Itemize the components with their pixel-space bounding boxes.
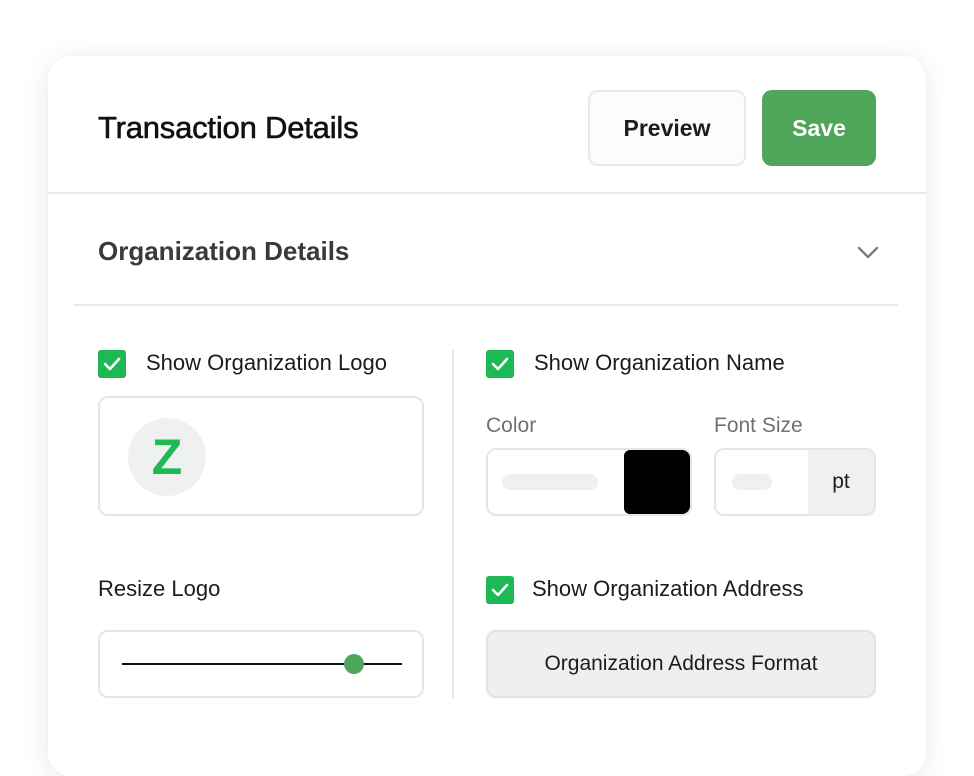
column-divider — [452, 350, 454, 698]
organization-details-section-header[interactable]: Organization Details — [74, 196, 898, 306]
transaction-details-card: Transaction Details Preview Save Organiz… — [48, 56, 926, 776]
check-icon — [491, 357, 509, 371]
logo-upload-box[interactable]: Z — [98, 396, 424, 516]
show-address-label: Show Organization Address — [532, 576, 804, 601]
show-logo-label: Show Organization Logo — [146, 350, 387, 375]
organization-logo: Z — [128, 418, 206, 496]
chevron-down-icon[interactable] — [856, 242, 880, 262]
font-size-field[interactable]: pt — [714, 448, 876, 516]
check-icon — [103, 357, 121, 371]
show-address-checkbox[interactable] — [486, 576, 514, 604]
resize-logo-label: Resize Logo — [98, 576, 221, 601]
address-format-button[interactable]: Organization Address Format — [486, 630, 876, 698]
card-header: Transaction Details Preview Save — [48, 56, 926, 194]
show-logo-checkbox[interactable] — [98, 350, 126, 378]
color-swatch[interactable] — [624, 450, 690, 514]
show-name-checkbox[interactable] — [486, 350, 514, 378]
show-name-label: Show Organization Name — [534, 350, 785, 375]
preview-button[interactable]: Preview — [588, 90, 746, 166]
color-input[interactable] — [502, 474, 598, 490]
save-button[interactable]: Save — [762, 90, 876, 166]
font-size-unit: pt — [808, 450, 874, 514]
font-size-label: Font Size — [714, 414, 803, 437]
color-label: Color — [486, 414, 537, 437]
check-icon — [491, 583, 509, 597]
page-title: Transaction Details — [98, 110, 359, 146]
resize-logo-slider[interactable] — [98, 630, 424, 698]
font-size-input[interactable] — [732, 474, 772, 490]
slider-thumb[interactable] — [344, 654, 365, 674]
color-field[interactable] — [486, 448, 692, 516]
section-title: Organization Details — [98, 236, 350, 266]
